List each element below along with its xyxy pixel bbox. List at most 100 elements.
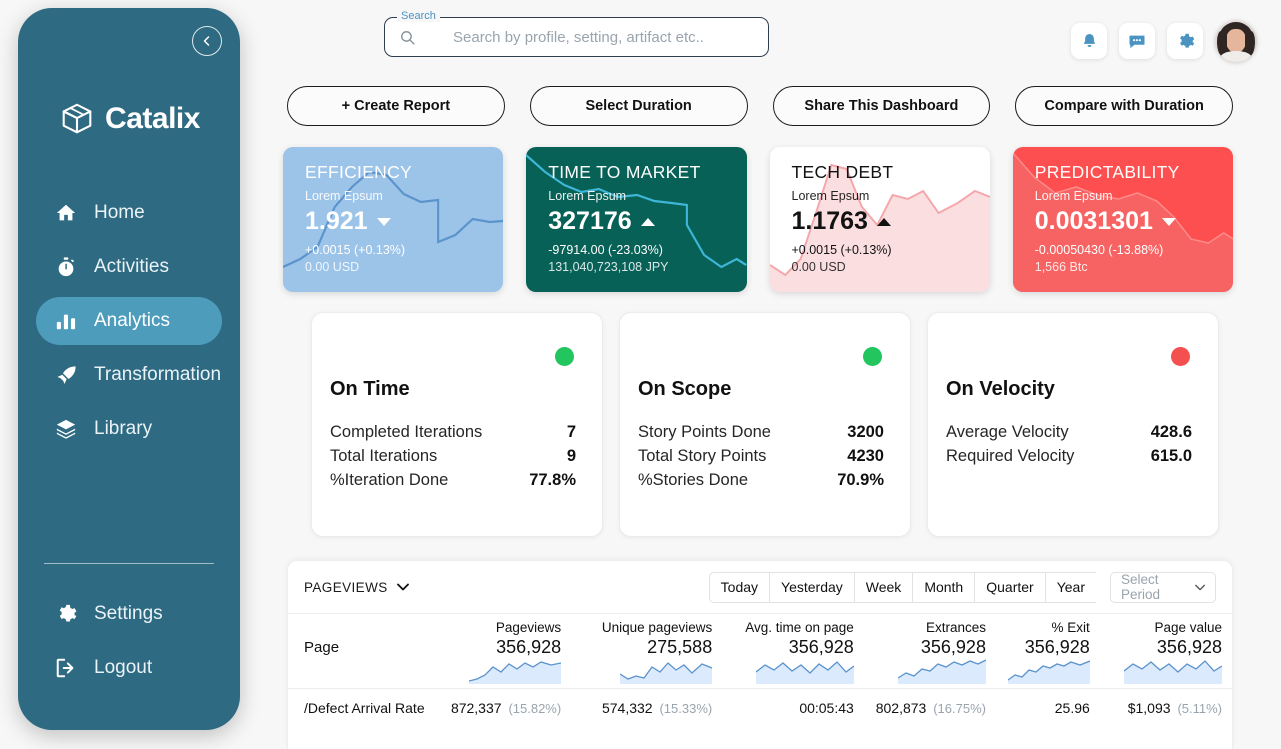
period-select[interactable]: Select Period: [1110, 571, 1216, 603]
row-cell: 802,873 (16.75%): [863, 688, 996, 727]
kpi-card-tech-debt[interactable]: TECH DEBT Lorem Epsum 1.1763 +0.0015 (+0…: [769, 147, 990, 292]
compare-duration-button[interactable]: Compare with Duration: [1015, 86, 1233, 126]
stat-value: 428.6: [1150, 423, 1192, 441]
bar-chart-icon: [54, 310, 78, 332]
pageviews-table: Pageviews Unique pageviews Avg. time on …: [288, 613, 1232, 727]
stat-label: Total Story Points: [638, 447, 767, 465]
sidebar-item-library[interactable]: Library: [36, 405, 222, 453]
stat-value: 4230: [847, 447, 884, 465]
kpi-change: -0.00050430 (-13.88%): [1034, 243, 1164, 257]
row-page[interactable]: /Defect Arrival Rate: [288, 688, 440, 727]
sidebar-item-label: Logout: [94, 657, 153, 678]
kpi-unit: 1,566 Btc: [1034, 260, 1088, 274]
search-field[interactable]: Search: [384, 10, 769, 57]
kpi-card-predictability[interactable]: PREDICTABILITY Lorem Epsum 0.0031301 -0.…: [1012, 147, 1233, 292]
segment-year[interactable]: Year: [1044, 571, 1096, 603]
sidebar-nav: Home Activities Analytics Transformation…: [18, 183, 240, 459]
metric-select[interactable]: PAGEVIEWS: [304, 580, 409, 595]
chat-icon: [1129, 35, 1145, 49]
home-icon: [54, 202, 78, 224]
sidebar-item-transformation[interactable]: Transformation: [36, 351, 222, 399]
sidebar-item-home[interactable]: Home: [36, 189, 222, 237]
stat-label: %Iteration Done: [330, 471, 449, 489]
column-header[interactable]: Page value: [1100, 614, 1232, 635]
summary-value: 275,588: [647, 637, 713, 657]
rocket-icon: [54, 364, 78, 387]
status-badge: [863, 347, 882, 366]
messages-button[interactable]: [1119, 23, 1155, 59]
column-header[interactable]: [288, 614, 439, 636]
kpi-unit: 0.00 USD: [305, 260, 360, 274]
kpi-card-efficiency[interactable]: EFFICIENCY Lorem Epsum 1.921 +0.0015 (+0…: [283, 147, 504, 292]
stat-label: Completed Iterations: [330, 423, 483, 441]
kpi-title: TECH DEBT: [791, 162, 894, 182]
chevron-down-icon: [1195, 584, 1205, 590]
cell-value: 574,332: [601, 700, 653, 716]
kpi-value-row: 327176: [548, 207, 746, 236]
segment-quarter[interactable]: Quarter: [974, 571, 1045, 603]
metric-select-label: PAGEVIEWS: [304, 579, 388, 595]
stat-value: 9: [566, 447, 576, 465]
chevron-down-icon: [396, 583, 409, 591]
column-header[interactable]: Unique pageviews: [571, 614, 722, 635]
segment-today[interactable]: Today: [708, 571, 770, 603]
share-dashboard-button[interactable]: Share This Dashboard: [772, 86, 991, 126]
cell-pct: (16.75%): [933, 701, 986, 716]
sidebar-item-label: Activities: [94, 256, 169, 277]
period-select-label: Select Period: [1121, 572, 1161, 602]
column-header[interactable]: Avg. time on page: [722, 614, 864, 635]
sidebar-item-analytics[interactable]: Analytics: [36, 297, 222, 345]
stat-value: 615.0: [1150, 447, 1192, 465]
search-input[interactable]: [453, 28, 754, 46]
kpi-change: +0.0015 (+0.13%): [305, 243, 406, 257]
sidebar-item-settings[interactable]: Settings: [36, 590, 222, 638]
notifications-button[interactable]: [1071, 23, 1107, 59]
dashboard-root: Catalix Home Activities Analytics Transf…: [0, 0, 1281, 749]
cell-value: $1,093: [1127, 700, 1171, 716]
stat-panels: On Time Completed Iterations 7 Total Ite…: [311, 312, 1219, 537]
sparkline-chart: [897, 659, 986, 684]
sidebar-item-logout[interactable]: Logout: [36, 644, 222, 692]
summary-value: 356,928: [1024, 637, 1090, 657]
cell-pct: (15.33%): [659, 701, 713, 716]
sparkline-cell: [996, 658, 1100, 689]
column-header[interactable]: Extrances: [864, 614, 996, 635]
table-head: Pageviews Unique pageviews Avg. time on …: [288, 613, 1232, 636]
sparkline-chart: [755, 661, 854, 684]
sidebar-item-label: Library: [94, 418, 153, 439]
select-duration-button[interactable]: Select Duration: [529, 86, 748, 126]
table-header-row: Pageviews Unique pageviews Avg. time on …: [288, 613, 1232, 636]
kpi-change: -97914.00 (-23.03%): [548, 243, 663, 257]
summary-row: Page 356,928 275,588 356,928 356,928 356…: [288, 635, 1232, 658]
row-cell: 25.96: [995, 688, 1100, 727]
table-row[interactable]: /Defect Arrival Rate 872,337 (15.82%) 57…: [288, 688, 1232, 727]
kpi-unit: 131,040,723,108 JPY: [548, 260, 669, 274]
stat-card-on-velocity: On Velocity Average Velocity 428.6 Requi…: [927, 312, 1219, 537]
create-report-button[interactable]: + Create Report: [287, 86, 505, 126]
gear-icon: [54, 603, 78, 625]
bell-icon: [1083, 33, 1095, 47]
sparkline-cell: [722, 658, 864, 689]
trend-down-icon: [376, 217, 391, 226]
segment-month[interactable]: Month: [912, 571, 975, 603]
stat-value: 70.9%: [837, 471, 884, 489]
segment-yesterday[interactable]: Yesterday: [769, 571, 854, 603]
sparkline-cell: [439, 658, 571, 689]
kpi-value: 0.0031301: [1034, 207, 1153, 235]
sidebar-item-activities[interactable]: Activities: [36, 243, 222, 291]
column-header[interactable]: Pageviews: [439, 614, 571, 635]
kpi-title: TIME TO MARKET: [548, 162, 701, 182]
sidebar-collapse-button[interactable]: [192, 26, 222, 56]
settings-button[interactable]: [1167, 23, 1203, 59]
brand: Catalix: [18, 100, 240, 138]
sidebar-item-label: Home: [94, 202, 145, 223]
trend-up-icon: [640, 217, 655, 226]
column-header[interactable]: % Exit: [996, 614, 1100, 635]
stat-row: Total Iterations 9: [330, 447, 576, 466]
segment-week[interactable]: Week: [853, 571, 913, 603]
sidebar-item-label: Analytics: [94, 310, 171, 331]
stat-label: Required Velocity: [946, 447, 1075, 465]
stat-value: 3200: [847, 423, 884, 441]
avatar[interactable]: [1215, 20, 1257, 62]
kpi-card-time-to-market[interactable]: TIME TO MARKET Lorem Epsum 327176 -97914…: [526, 147, 747, 292]
